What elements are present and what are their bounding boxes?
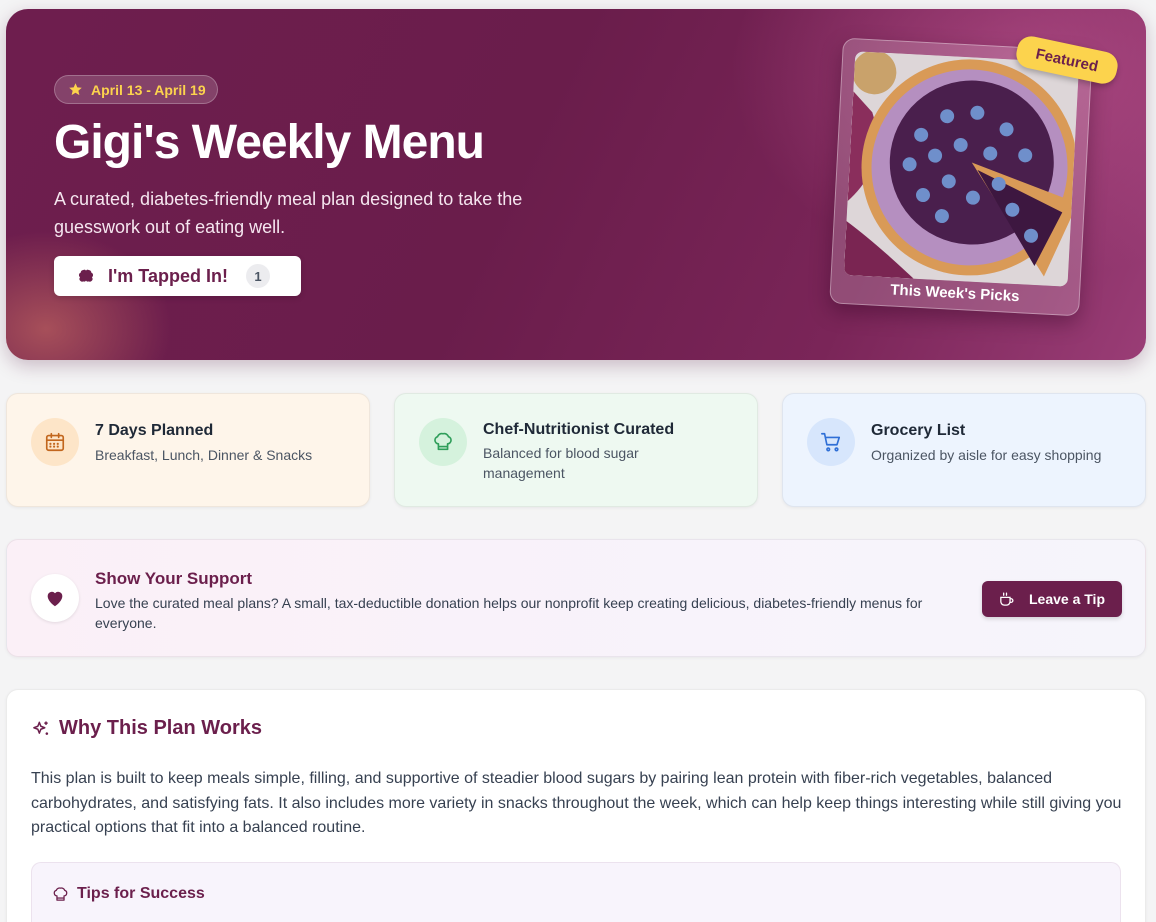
- feature-card-grocery: Grocery List Organized by aisle for easy…: [782, 393, 1146, 507]
- feature-title: Chef-Nutritionist Curated: [483, 421, 675, 438]
- support-title: Show Your Support: [95, 569, 253, 588]
- feature-icon-wrap: [807, 418, 855, 466]
- blueberry-tart-image: [843, 51, 1080, 287]
- feature-icon-wrap: [419, 418, 467, 466]
- feature-icon-wrap: [31, 418, 79, 466]
- cart-icon: [821, 432, 841, 452]
- feature-description: Organized by aisle for easy shopping: [871, 447, 1102, 463]
- feature-card-curated: Chef-Nutritionist Curated Balanced for b…: [394, 393, 758, 507]
- chef-hat-icon: [434, 432, 452, 451]
- leave-tip-label: Leave a Tip: [1029, 591, 1106, 607]
- feature-title: 7 Days Planned: [95, 422, 214, 439]
- why-heading: Why This Plan Works: [31, 717, 262, 740]
- feature-card-days: 7 Days Planned Breakfast, Lunch, Dinner …: [6, 393, 370, 507]
- support-description: Love the curated meal plans? A small, ta…: [95, 595, 923, 631]
- hero-subtitle: A curated, diabetes-friendly meal plan d…: [54, 189, 523, 237]
- heart-icon: [47, 591, 63, 607]
- date-range-text: April 13 - April 19: [91, 81, 206, 98]
- support-icon-wrap: [31, 574, 79, 622]
- page-title: Gigi's Weekly Menu: [54, 116, 485, 169]
- featured-photo: [843, 51, 1080, 287]
- coffee-icon: [1000, 591, 1014, 606]
- tips-heading: Tips for Success: [52, 885, 205, 903]
- why-plan-card: Why This Plan Works This plan is built t…: [6, 689, 1146, 922]
- feature-description: Balanced for blood sugar management: [483, 445, 639, 481]
- why-title: Why This Plan Works: [59, 717, 262, 739]
- star-icon: [69, 83, 82, 96]
- feature-description: Breakfast, Lunch, Dinner & Snacks: [95, 447, 313, 463]
- tips-title: Tips for Success: [77, 885, 205, 902]
- sparkles-icon: [33, 721, 49, 735]
- date-range-badge: April 13 - April 19: [54, 75, 218, 104]
- chef-hat-icon: [53, 886, 68, 901]
- featured-photo-card[interactable]: This Week's Picks: [829, 37, 1093, 317]
- tapped-in-button[interactable]: I'm Tapped In! 1: [54, 256, 301, 296]
- brain-icon: [78, 269, 94, 282]
- calendar-icon: [45, 432, 65, 452]
- support-card: Show Your Support Love the curated meal …: [6, 539, 1146, 657]
- feature-title: Grocery List: [871, 422, 966, 439]
- tips-for-success-panel: Tips for Success: [31, 862, 1121, 922]
- why-body-text: This plan is built to keep meals simple,…: [31, 770, 1122, 836]
- tapped-in-label: I'm Tapped In!: [108, 265, 228, 286]
- leave-tip-button[interactable]: Leave a Tip: [982, 581, 1122, 617]
- tapped-in-count: 1: [245, 264, 270, 288]
